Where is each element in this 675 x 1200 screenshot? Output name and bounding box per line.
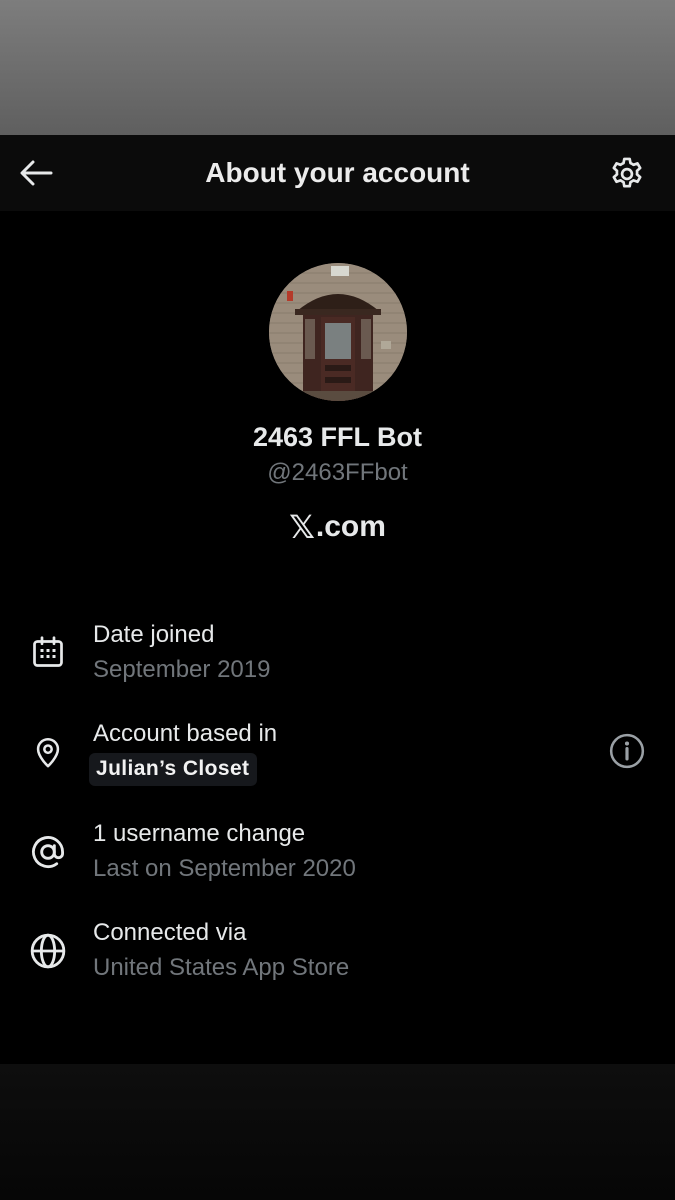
username-change-value: Last on September 2020	[93, 855, 356, 882]
date-joined-label: Date joined	[93, 621, 215, 648]
bottom-area	[0, 1064, 675, 1200]
connected-via-label: Connected via	[93, 919, 247, 946]
connected-via-value: United States App Store	[93, 954, 350, 981]
location-pin-icon	[26, 730, 70, 774]
calendar-icon	[26, 630, 70, 674]
gear-icon	[612, 157, 642, 188]
site-link[interactable]: 𝕏 .com	[0, 508, 675, 546]
account-based-label: Account based in	[93, 720, 278, 747]
globe-icon	[26, 929, 70, 973]
display-name: 2463 FFL Bot	[252, 422, 423, 452]
username-change-row: 1 username change Last on September 2020	[0, 816, 675, 896]
settings-button[interactable]	[606, 153, 648, 195]
site-domain: .com	[315, 510, 386, 543]
top-app-bar: About your account	[0, 135, 675, 211]
x-logo-icon: 𝕏	[289, 509, 315, 545]
date-joined-row: Date joined September 2019	[0, 617, 675, 697]
connected-via-row: Connected via United States App Store	[0, 915, 675, 995]
account-based-value: Julian’s Closet	[89, 753, 258, 786]
info-button[interactable]	[606, 730, 648, 772]
username-handle: @2463FFbot	[267, 459, 408, 486]
avatar[interactable]	[269, 263, 407, 401]
username-change-label: 1 username change	[93, 820, 306, 847]
avatar-photo	[269, 263, 407, 401]
info-icon	[609, 733, 645, 769]
date-joined-value: September 2019	[93, 656, 271, 683]
status-bar-area	[0, 0, 675, 135]
page-title: About your account	[205, 157, 470, 188]
at-sign-icon	[26, 830, 70, 874]
account-based-row: Account based in Julian’s Closet	[0, 716, 675, 796]
